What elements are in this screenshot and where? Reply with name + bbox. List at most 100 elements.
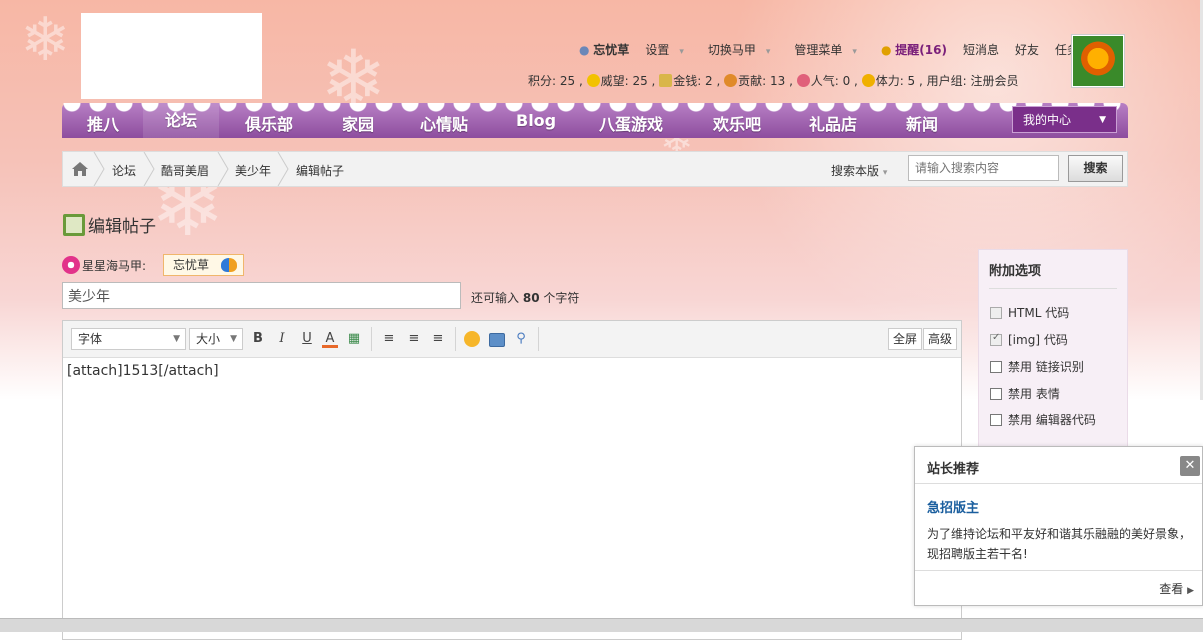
page-title-text: 编辑帖子 [88,217,156,237]
popup-header: 站长推荐 ✕ [915,447,1202,484]
switch-alias-link[interactable]: 切换马甲 ▾ [700,41,787,58]
remind-link[interactable]: ● 提醒(16) [873,41,955,58]
group-stat: 用户组: 注册会员 [926,74,1019,88]
popup-body: 为了维持论坛和平友好和谐其乐融融的美好景象，现招聘版主若干名! [927,527,1192,561]
checkbox[interactable] [990,307,1002,319]
view-link[interactable]: 查看 ▶ [1159,580,1194,597]
align-center-icon[interactable]: ≡ [406,331,422,347]
edit-post-icon [63,214,85,236]
nav-item-home[interactable]: 家园 [342,111,374,135]
popup-footer: 查看 ▶ [915,570,1202,605]
nav-item-tuiba[interactable]: 推八 [87,111,119,135]
stamina-stat: 体力: 5 , [875,74,923,88]
nav-item-blog[interactable]: Blog [516,111,556,130]
snowflake-decoration: ❄ [20,5,71,75]
search-button[interactable]: 搜索 [1068,155,1123,182]
size-select[interactable]: 大小 ▼ [189,328,243,350]
toolbar-divider [538,327,539,351]
subject-input[interactable] [62,282,461,309]
popup-title: 站长推荐 [927,462,980,477]
recommend-popup: 站长推荐 ✕ 急招版主 为了维持论坛和平友好和谐其乐融融的美好景象，现招聘版主若… [914,446,1203,606]
toolbar-divider [371,327,372,351]
heart-icon [796,74,810,87]
my-center-button[interactable]: 我的中心 ▼ [1012,106,1117,133]
nav-item-mood[interactable]: 心情贴 [420,111,468,135]
friends-link[interactable]: 好友 [1007,41,1047,58]
toolbar-divider [455,327,456,351]
breadcrumb-category[interactable]: 酷哥美眉 [161,162,209,179]
nav-item-games[interactable]: 八蛋游戏 [599,111,663,135]
font-color-icon[interactable]: A [322,331,338,348]
stamina-icon [861,74,875,87]
option-html[interactable]: HTML 代码 [990,304,1069,321]
breadcrumb-separator [277,152,289,186]
admin-menu-link[interactable]: 管理菜单 ▾ [786,41,873,58]
nav-item-fun[interactable]: 欢乐吧 [713,111,761,135]
fullscreen-button[interactable]: 全屏 [888,328,923,350]
butterfly-icon [221,258,237,272]
points-stat: 积分: 25 , [528,74,583,88]
checkbox[interactable] [990,414,1002,426]
breadcrumb-current: 编辑帖子 [296,164,345,178]
search-scope-select[interactable]: 搜索本版 ▾ [831,162,887,179]
nav-item-gift-shop[interactable]: 礼品店 [809,111,857,135]
option-disable-link[interactable]: 禁用 链接识别 [990,358,1084,375]
breadcrumb: 论坛 酷哥美眉 美少年 编辑帖子 搜索本版 ▾ 搜索 [62,151,1128,187]
popup-subtitle[interactable]: 急招版主 [927,497,979,516]
checkbox[interactable] [990,388,1002,400]
bold-icon[interactable]: B [250,331,266,347]
smiley-icon[interactable] [464,331,480,347]
alias-label: 星星海马甲: [62,256,146,274]
option-disable-bbcode[interactable]: 禁用 编辑器代码 [990,411,1096,428]
extra-options-title: 附加选项 [989,264,1042,279]
alias-select[interactable]: 忘忧草 [163,254,244,276]
option-disable-smilies[interactable]: 禁用 表情 [990,385,1060,402]
settings-link[interactable]: 设置 ▾ [637,41,700,58]
user-link[interactable]: ● 忘忧草 [571,41,637,58]
site-logo[interactable] [81,13,262,99]
font-select[interactable]: 字体 ▼ [71,328,186,350]
chevron-down-icon: ▼ [1099,115,1106,125]
page-title: 编辑帖子 [63,212,156,237]
my-center-label: 我的中心 [1023,113,1072,127]
breadcrumb-separator [93,152,105,186]
link-icon[interactable]: ⚲ [513,331,529,347]
main-nav: 推八 论坛 俱乐部 家园 心情贴 Blog 八蛋游戏 欢乐吧 礼品店 新闻 [62,103,1128,138]
flower-icon [62,256,80,274]
align-left-icon[interactable]: ≡ [381,331,397,347]
char-count-tip: 还可输入 80 个字符 [471,291,580,305]
popularity-stat: 人气: 0 , [810,74,858,88]
advanced-button[interactable]: 高级 [923,328,958,350]
align-right-icon[interactable]: ≡ [430,331,446,347]
breadcrumb-separator [143,152,155,186]
medal-icon [724,74,738,87]
extra-options-panel: 附加选项 HTML 代码 [img] 代码 禁用 链接识别 禁用 表情 禁用 编… [978,249,1128,449]
breadcrumb-board[interactable]: 美少年 [235,162,271,179]
bulb-icon: ● [880,42,892,57]
nav-item-forum[interactable]: 论坛 [143,103,220,138]
checkbox[interactable] [990,332,1002,346]
avatar[interactable] [1071,34,1125,88]
home-icon[interactable] [71,161,89,177]
editor-toolbar: 字体 ▼ 大小 ▼ B I U A ▦ ≡ ≡ ≡ ⚲ 全屏 高级 [63,321,961,358]
user-stats: 积分: 25 , 威望: 25 , 金钱: 2 , 贡献: 13 , 人气: 0… [528,72,1019,89]
search-input[interactable] [908,155,1059,181]
checkbox[interactable] [990,361,1002,373]
close-icon[interactable]: ✕ [1180,456,1200,476]
image-icon[interactable] [489,333,505,347]
alias-value: 忘忧草 [173,258,210,272]
post-editor: 字体 ▼ 大小 ▼ B I U A ▦ ≡ ≡ ≡ ⚲ 全屏 高级 [attach]… [62,320,962,640]
italic-icon[interactable]: I [274,331,290,347]
table-icon[interactable]: ▦ [346,331,362,347]
contribution-stat: 贡献: 13 , [738,74,793,88]
option-img[interactable]: [img] 代码 [990,331,1068,348]
nav-item-club[interactable]: 俱乐部 [245,111,293,135]
underline-icon[interactable]: U [299,331,315,347]
user-toolbar: ● 忘忧草 设置 ▾ 切换马甲 ▾ 管理菜单 ▾ ● 提醒(16) 短消息 好友 任务… [571,40,1127,58]
breadcrumb-forum[interactable]: 论坛 [112,162,136,179]
editor-content[interactable]: [attach]1513[/attach] [67,363,219,379]
prestige-icon [586,74,600,87]
breadcrumb-separator [217,152,229,186]
nav-item-news[interactable]: 新闻 [906,111,938,135]
messages-link[interactable]: 短消息 [955,41,1007,58]
